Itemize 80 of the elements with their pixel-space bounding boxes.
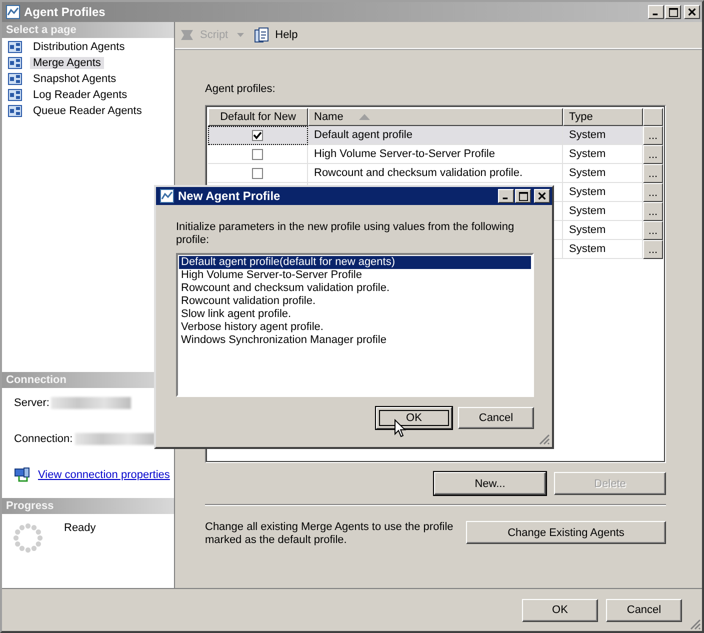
page-icon — [8, 73, 22, 85]
list-item[interactable]: Rowcount and checksum validation profile. — [179, 282, 531, 295]
maximize-icon — [668, 8, 678, 16]
checkbox[interactable] — [252, 148, 263, 160]
app-icon — [160, 189, 174, 203]
column-header[interactable]: Default for New — [208, 108, 308, 126]
dialog-title: New Agent Profile — [178, 189, 282, 203]
dialog-prompt: Initialize parameters in the new profile using values from the following profile: — [176, 221, 516, 247]
close-icon — [538, 192, 546, 200]
table-cell: System — [569, 129, 606, 141]
change-existing-agents-button[interactable]: Change Existing Agents — [466, 521, 666, 544]
cancel-button[interactable]: Cancel — [606, 598, 682, 622]
table-cell: System — [569, 224, 606, 236]
help-button[interactable]: Help — [273, 29, 300, 41]
ellipsis-button[interactable]: ... — [643, 202, 663, 221]
sidebar-item[interactable]: Queue Reader Agents — [30, 105, 145, 117]
maximize-icon — [518, 192, 528, 200]
close-button[interactable] — [534, 189, 550, 203]
column-header — [643, 108, 663, 126]
ellipsis-button[interactable]: ... — [643, 221, 663, 240]
ellipsis-button[interactable]: ... — [643, 240, 663, 259]
sidebar-item[interactable]: Snapshot Agents — [30, 73, 120, 85]
list-item[interactable]: Slow link agent profile. — [179, 308, 531, 321]
table-cell: System — [569, 167, 606, 179]
table-cell: System — [569, 243, 606, 255]
progress-status: Ready — [64, 522, 96, 534]
minimize-button[interactable] — [498, 189, 514, 203]
change-description: Change all existing Merge Agents to use the profile marked as the default profile. — [205, 521, 454, 547]
ellipsis-button[interactable]: ... — [643, 164, 663, 183]
list-item[interactable]: Windows Synchronization Manager profile — [179, 334, 531, 347]
help-document-icon — [254, 27, 270, 43]
maximize-button[interactable] — [515, 189, 531, 203]
network-icon — [14, 467, 30, 483]
connection-properties-link[interactable]: View connection properties — [38, 469, 170, 481]
column-header[interactable]: Type — [563, 108, 643, 126]
maximize-button[interactable] — [665, 5, 681, 19]
sidebar-item[interactable]: Merge Agents — [30, 57, 104, 69]
resize-grip-icon[interactable] — [538, 433, 550, 445]
list-item[interactable]: Default agent profile(default for new agents) — [179, 256, 531, 269]
mouse-pointer-icon — [394, 419, 406, 438]
column-header[interactable]: Name — [308, 108, 563, 126]
new-button[interactable]: New... — [434, 472, 546, 495]
script-icon — [179, 27, 195, 43]
field-label: Server: — [14, 397, 50, 409]
table-cell: System — [569, 205, 606, 217]
agent-profiles-label: Agent profiles: — [205, 83, 276, 95]
list-item[interactable]: High Volume Server-to-Server Profile — [179, 269, 531, 282]
ok-button[interactable]: OK — [522, 598, 598, 622]
ellipsis-button[interactable]: ... — [643, 126, 663, 145]
table-cell: High Volume Server-to-Server Profile — [308, 145, 563, 164]
window-title: Agent Profiles — [24, 5, 106, 19]
sidebar-item[interactable]: Log Reader Agents — [30, 89, 130, 101]
page-icon — [8, 105, 22, 117]
ok-button[interactable]: OK — [376, 407, 452, 429]
page-icon — [8, 41, 22, 53]
sort-ascending-icon — [359, 114, 370, 120]
table-cell: Default agent profile — [308, 126, 563, 145]
checkbox[interactable] — [252, 130, 263, 140]
app-icon — [6, 5, 20, 19]
progress-spinner-icon — [12, 522, 44, 554]
close-button[interactable] — [684, 5, 700, 19]
section-header: Select a page — [2, 22, 174, 38]
table-cell: System — [569, 186, 606, 198]
profile-listbox[interactable] — [176, 253, 534, 397]
ellipsis-button[interactable]: ... — [643, 183, 663, 202]
page-icon — [8, 57, 22, 69]
field-label: Connection: — [14, 433, 73, 445]
section-header: Progress — [2, 498, 174, 514]
sidebar-item[interactable]: Distribution Agents — [30, 41, 128, 53]
cancel-button[interactable]: Cancel — [458, 407, 534, 429]
close-icon — [688, 8, 696, 16]
checkbox[interactable] — [252, 168, 263, 178]
page-icon — [8, 89, 22, 101]
ellipsis-button[interactable]: ... — [643, 145, 663, 164]
list-item[interactable]: Verbose history agent profile. — [179, 321, 531, 334]
minimize-button[interactable] — [648, 5, 664, 19]
list-item[interactable]: Rowcount validation profile. — [179, 295, 531, 308]
table-cell: System — [569, 148, 606, 160]
resize-grip-icon[interactable] — [689, 618, 701, 630]
table-cell: Rowcount and checksum validation profile. — [308, 164, 563, 183]
